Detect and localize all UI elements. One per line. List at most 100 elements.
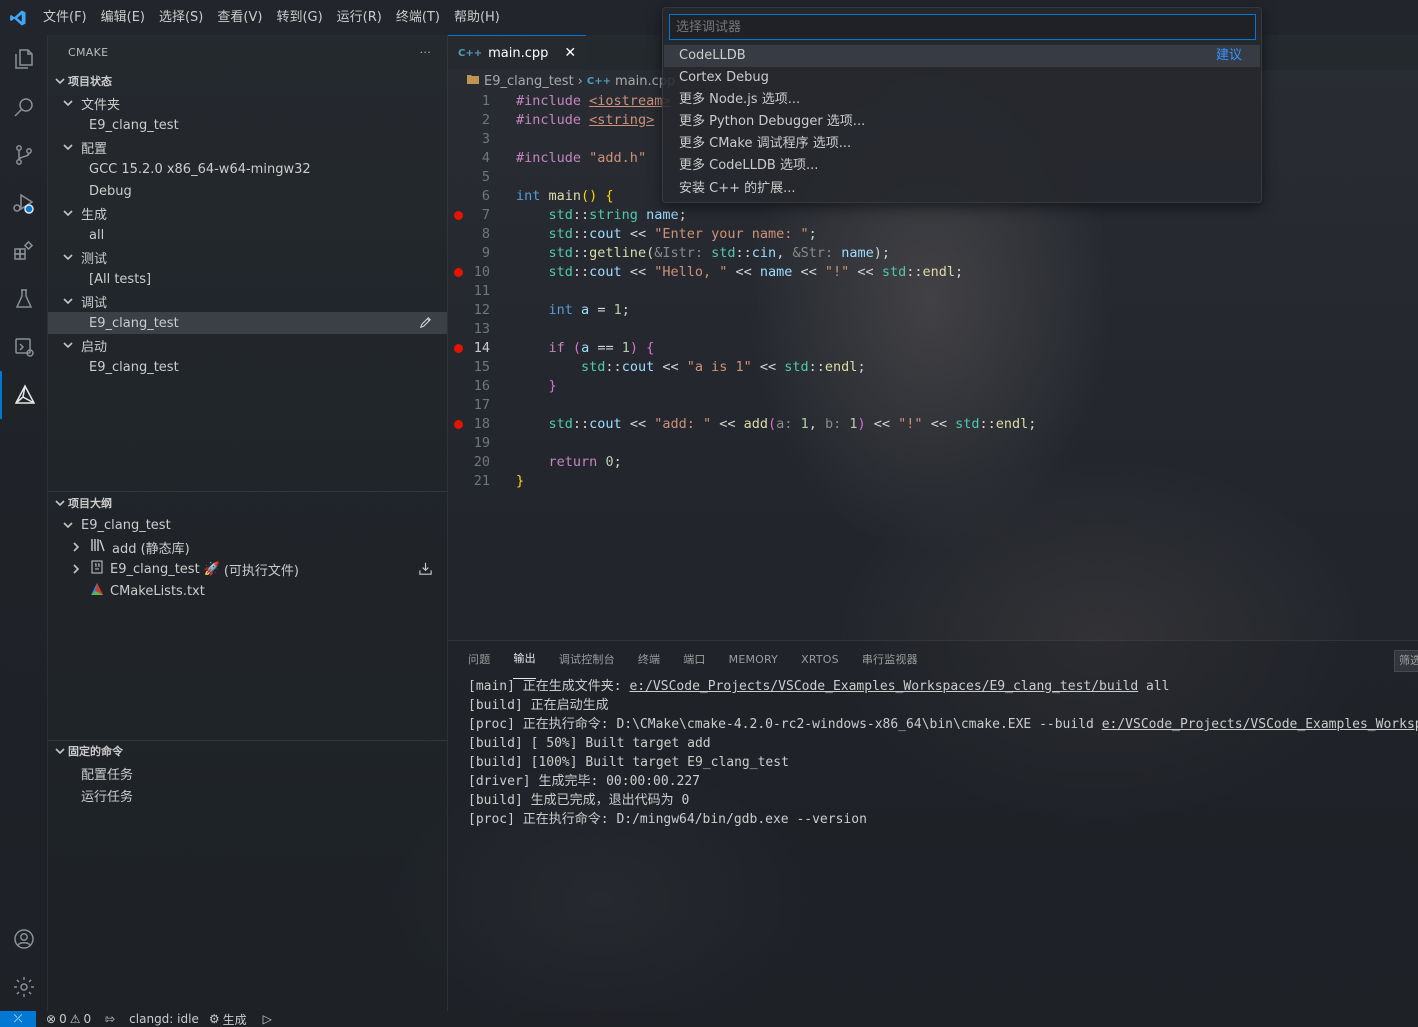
section-project-outline[interactable]: 项目大纲 xyxy=(48,492,448,514)
menu-file[interactable]: 文件(F) xyxy=(36,0,94,35)
remote-explorer-icon[interactable] xyxy=(0,323,48,371)
download-target-icon[interactable] xyxy=(418,561,433,580)
build-status-button[interactable]: ⚙ 生成 xyxy=(209,1011,247,1027)
quickpick-item-cortex-debug[interactable]: Cortex Debug xyxy=(664,67,1260,89)
run-play-icon[interactable]: ▷ xyxy=(263,1012,272,1026)
bottom-panel: 问题 输出 调试控制台 终端 端口 MEMORY XRTOS 串行监视器 筛选 … xyxy=(448,640,1418,1011)
tree-build-target[interactable]: all xyxy=(48,224,447,246)
quickpick-item-python-options[interactable]: 更多 Python Debugger 选项... xyxy=(664,111,1260,133)
problems-status[interactable]: ⊗ 0 ⚠ 0 xyxy=(46,1012,91,1026)
tab-serial-monitor[interactable]: 串行监视器 xyxy=(862,641,918,679)
outline-project[interactable]: E9_clang_test xyxy=(48,514,447,536)
output-line: [proc] 正在执行命令: D:/mingw64/bin/gdb.exe --… xyxy=(468,812,867,827)
explorer-icon[interactable] xyxy=(0,35,48,83)
breakpoint-icon[interactable] xyxy=(454,420,463,429)
breakpoint-icon[interactable] xyxy=(454,344,463,353)
breakpoint-icon[interactable] xyxy=(454,211,463,220)
menu-go[interactable]: 转到(G) xyxy=(269,0,329,35)
warning-icon: ⚠ xyxy=(69,1012,81,1026)
quickpick-item-node-options[interactable]: 更多 Node.js 选项... xyxy=(664,89,1260,111)
quickpick-item-codelldb-options[interactable]: 更多 CodeLLDB 选项... xyxy=(664,155,1260,177)
chevron-down-icon xyxy=(52,73,68,89)
debugger-search-input[interactable] xyxy=(669,14,1256,40)
tab-terminal[interactable]: 终端 xyxy=(638,641,660,679)
output-line: [build] [100%] Built target E9_clang_tes… xyxy=(468,755,789,770)
menu-run[interactable]: 运行(R) xyxy=(330,0,389,35)
output-filter-input[interactable]: 筛选 xyxy=(1394,650,1418,672)
outline-executable[interactable]: E9_clang_test 🚀 (可执行文件) xyxy=(48,558,447,580)
tab-ports[interactable]: 端口 xyxy=(683,641,705,679)
cmake-icon[interactable] xyxy=(0,371,48,419)
menu-selection[interactable]: 选择(S) xyxy=(152,0,210,35)
pinned-config-task[interactable]: 配置任务 xyxy=(48,762,447,784)
chevron-right-icon xyxy=(68,561,84,577)
settings-gear-icon[interactable] xyxy=(0,963,48,1011)
output-line: [proc] 正在执行命令: D:\CMake\cmake-4.2.0-rc2-… xyxy=(468,715,1418,734)
output-path-link[interactable]: e:/VSCode_Projects/VSCode_Examples_Works… xyxy=(629,679,1138,694)
quickpick-item-codelldb[interactable]: CodeLLDB 建议 xyxy=(664,45,1260,67)
pinned-run-task[interactable]: 运行任务 xyxy=(48,784,447,806)
tree-folder-value[interactable]: E9_clang_test xyxy=(48,114,447,136)
section-project-status[interactable]: 项目状态 xyxy=(48,70,448,92)
output-line: [build] [ 50%] Built target add xyxy=(468,736,711,751)
breakpoint-icon[interactable] xyxy=(454,268,463,277)
tree-test-value[interactable]: [All tests] xyxy=(48,268,447,290)
tree-config[interactable]: 配置 xyxy=(48,136,447,158)
tab-output[interactable]: 输出 xyxy=(513,641,536,679)
tree-debug-value[interactable]: E9_clang_test xyxy=(48,312,447,334)
run-debug-icon[interactable] xyxy=(0,179,48,227)
clangd-status[interactable]: clangd: idle xyxy=(129,1012,199,1026)
quickpick-item-cmake-options[interactable]: 更多 CMake 调试程序 选项... xyxy=(664,133,1260,155)
close-icon[interactable]: ✕ xyxy=(564,45,576,61)
tab-debug-console[interactable]: 调试控制台 xyxy=(559,641,615,679)
tab-memory[interactable]: MEMORY xyxy=(729,641,778,679)
source-control-icon[interactable] xyxy=(0,131,48,179)
chevron-down-icon xyxy=(60,337,76,353)
quickpick-item-install-cpp-extensions[interactable]: 安装 C++ 的扩展... xyxy=(664,178,1260,200)
menu-terminal[interactable]: 终端(T) xyxy=(389,0,447,35)
output-line: [build] 正在启动生成 xyxy=(468,698,609,713)
accounts-icon[interactable] xyxy=(0,915,48,963)
tab-xrtos[interactable]: XRTOS xyxy=(801,641,839,679)
tab-problems[interactable]: 问题 xyxy=(468,641,490,679)
section-pinned-commands[interactable]: 固定的命令 xyxy=(48,740,448,762)
cpp-file-icon: C++ xyxy=(586,75,611,87)
menu-view[interactable]: 查看(V) xyxy=(210,0,269,35)
cmake-sidebar: CMAKE ··· 项目状态 文件夹 E9_clang_test 配置 GCC … xyxy=(48,35,448,1011)
chevron-down-icon xyxy=(60,139,76,155)
tree-config-type[interactable]: Debug xyxy=(48,180,447,202)
search-icon[interactable] xyxy=(0,83,48,131)
menu-edit[interactable]: 编辑(E) xyxy=(94,0,152,35)
output-path-link[interactable]: e:/VSCode_Projects/VSCode_Examples_Works… xyxy=(1102,717,1418,732)
testing-icon[interactable] xyxy=(0,275,48,323)
tree-build[interactable]: 生成 xyxy=(48,202,447,224)
breadcrumb-folder[interactable]: E9_clang_test xyxy=(484,74,574,89)
remote-indicator-icon[interactable]: ⤫ xyxy=(0,1011,36,1027)
menu-help[interactable]: 帮助(H) xyxy=(447,0,507,35)
edit-pencil-icon[interactable] xyxy=(418,315,433,334)
extensions-icon[interactable] xyxy=(0,227,48,275)
output-line: [driver] 生成完毕: 00:00:00.227 xyxy=(468,774,701,789)
tree-test[interactable]: 测试 xyxy=(48,246,447,268)
panel-tabs: 问题 输出 调试控制台 终端 端口 MEMORY XRTOS 串行监视器 xyxy=(468,641,941,679)
output-line: [build] 生成已完成，退出代码为 0 xyxy=(468,793,690,808)
debug-launch-icon[interactable]: ⇰ xyxy=(105,1012,115,1026)
tab-main-cpp[interactable]: C++ main.cpp ✕ xyxy=(448,35,587,70)
cmake-file-icon xyxy=(90,582,104,600)
tree-launch-value[interactable]: E9_clang_test xyxy=(48,356,447,378)
tree-launch[interactable]: 启动 xyxy=(48,334,447,356)
chevron-down-icon xyxy=(52,495,68,511)
more-actions-button[interactable]: ··· xyxy=(420,46,431,59)
sidebar-header: CMAKE ··· xyxy=(48,35,447,70)
tree-debug[interactable]: 调试 xyxy=(48,290,447,312)
outline-add-library[interactable]: add (静态库) xyxy=(48,536,447,558)
menu-bar: 文件(F) 编辑(E) 选择(S) 查看(V) 转到(G) 运行(R) 终端(T… xyxy=(36,0,507,35)
outline-cmakelists[interactable]: CMakeLists.txt xyxy=(48,580,447,602)
library-icon xyxy=(90,538,106,556)
chevron-down-icon xyxy=(60,205,76,221)
tree-folder[interactable]: 文件夹 xyxy=(48,92,447,114)
tree-config-kit[interactable]: GCC 15.2.0 x86_64-w64-mingw32 xyxy=(48,158,447,180)
select-debugger-quickpick: CodeLLDB 建议 Cortex Debug 更多 Node.js 选项..… xyxy=(662,7,1262,203)
folder-icon xyxy=(466,73,480,89)
activity-bar xyxy=(0,35,48,1011)
